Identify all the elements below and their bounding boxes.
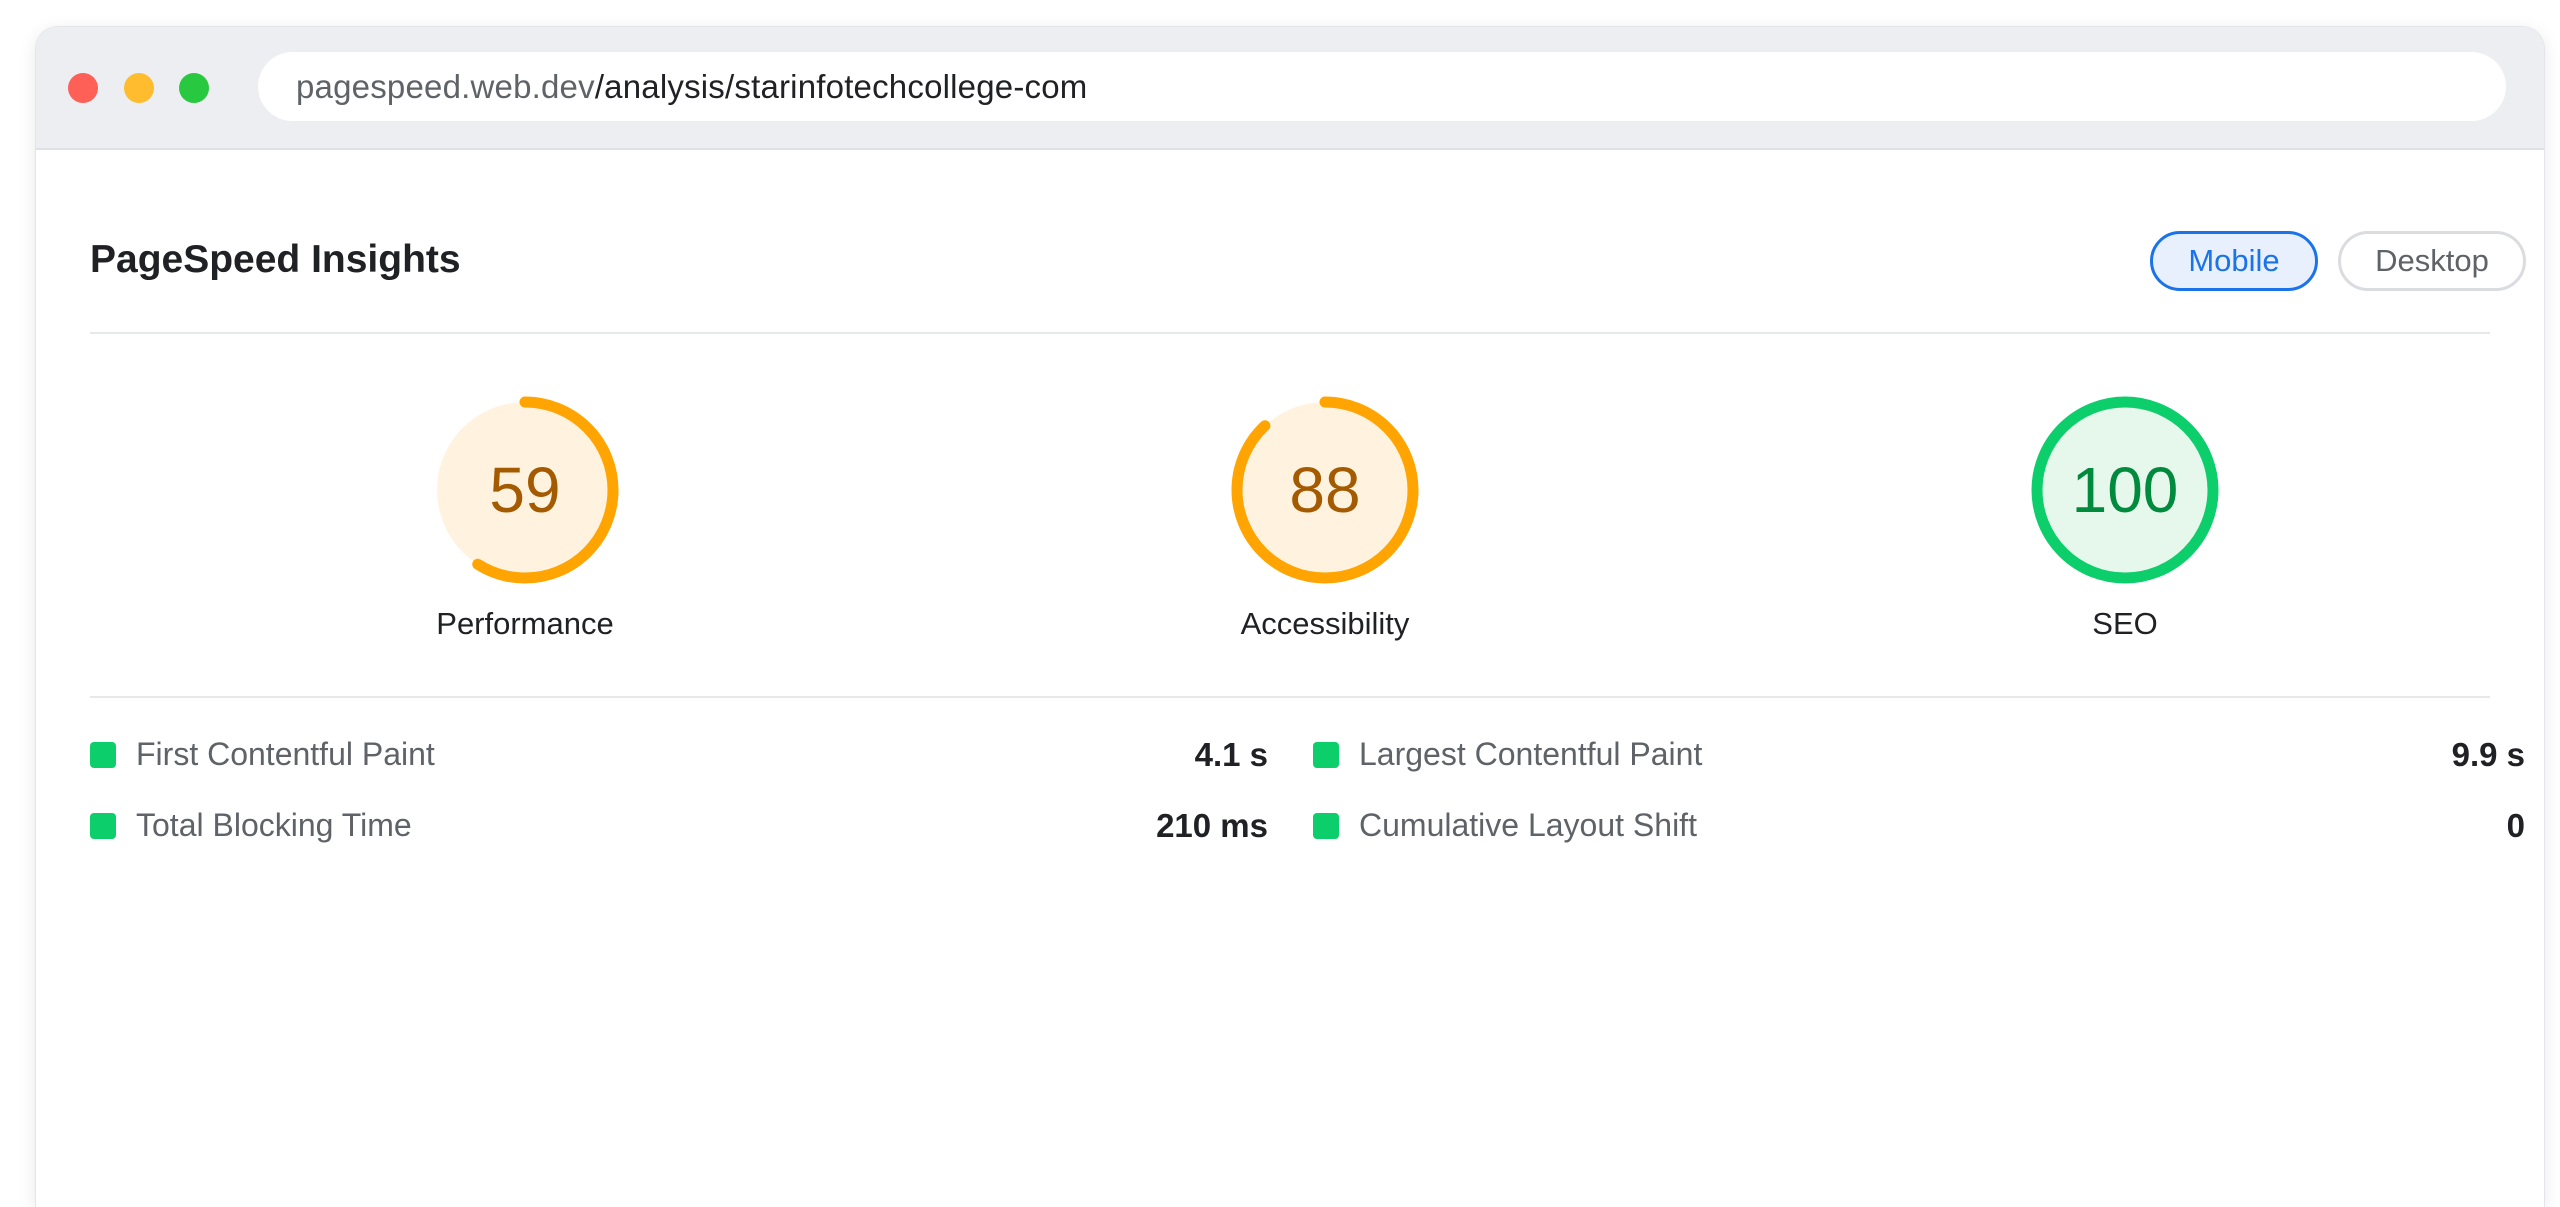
- metric-total-blocking-time: Total Blocking Time: [90, 807, 412, 844]
- mobile-tab-button[interactable]: Mobile: [2150, 231, 2318, 291]
- metric-largest-contentful-paint: Largest Contentful Paint: [1313, 736, 1702, 773]
- close-window-button[interactable]: [68, 73, 98, 103]
- metric-cumulative-layout-shift: Cumulative Layout Shift: [1313, 807, 1697, 844]
- score-gauges: 59 Performance 88 Accessibility 100 SEO: [90, 334, 2490, 698]
- status-square-icon: [90, 741, 116, 768]
- status-square-icon: [90, 812, 116, 839]
- address-bar[interactable]: pagespeed.web.dev/analysis/starinfotechc…: [258, 52, 2506, 121]
- browser-toolbar: pagespeed.web.dev/analysis/starinfotechc…: [36, 27, 2544, 150]
- metric-value-fcp: 4.1 s: [1194, 736, 1268, 773]
- page-content: PageSpeed Insights Mobile Desktop 59 Per…: [90, 148, 2526, 898]
- metric-name: Total Blocking Time: [136, 807, 412, 843]
- page-title: PageSpeed Insights: [90, 238, 461, 281]
- metrics-grid: First Contentful Paint 4.1 s Largest Con…: [90, 698, 2525, 898]
- accessibility-gauge-ring: 88: [1231, 396, 1419, 584]
- seo-label: SEO: [2092, 606, 2158, 641]
- accessibility-label: Accessibility: [1240, 606, 1410, 641]
- metric-value-cls: 0: [2506, 807, 2525, 844]
- performance-gauge: 59 Performance: [425, 390, 625, 642]
- metric-value-lcp: 9.9 s: [2451, 736, 2525, 773]
- metric-name: First Contentful Paint: [136, 736, 435, 772]
- seo-gauge: 100 SEO: [2025, 390, 2225, 642]
- page-header: PageSpeed Insights Mobile Desktop: [90, 148, 2526, 334]
- seo-gauge-ring: 100: [2031, 396, 2219, 584]
- metric-value-tbt: 210 ms: [1156, 807, 1268, 844]
- status-square-icon: [1313, 741, 1339, 768]
- metric-name: Largest Contentful Paint: [1359, 736, 1703, 772]
- url-text: pagespeed.web.dev/analysis/starinfotechc…: [296, 68, 1087, 106]
- performance-score: 59: [489, 454, 560, 526]
- status-square-icon: [1313, 812, 1339, 839]
- url-path: /analysis/starinfotechcollege-com: [594, 67, 1088, 105]
- performance-label: Performance: [436, 606, 614, 641]
- maximize-window-button[interactable]: [179, 73, 209, 103]
- desktop-tab-button[interactable]: Desktop: [2338, 231, 2526, 291]
- accessibility-gauge: 88 Accessibility: [1225, 390, 1425, 642]
- metric-name: Cumulative Layout Shift: [1359, 807, 1697, 843]
- metric-first-contentful-paint: First Contentful Paint: [90, 736, 435, 773]
- performance-gauge-ring: 59: [431, 396, 619, 584]
- seo-score: 100: [2072, 454, 2179, 526]
- minimize-window-button[interactable]: [124, 73, 154, 103]
- url-domain: pagespeed.web.dev: [296, 67, 595, 105]
- accessibility-score: 88: [1289, 454, 1360, 526]
- browser-window: pagespeed.web.dev/analysis/starinfotechc…: [36, 27, 2544, 1207]
